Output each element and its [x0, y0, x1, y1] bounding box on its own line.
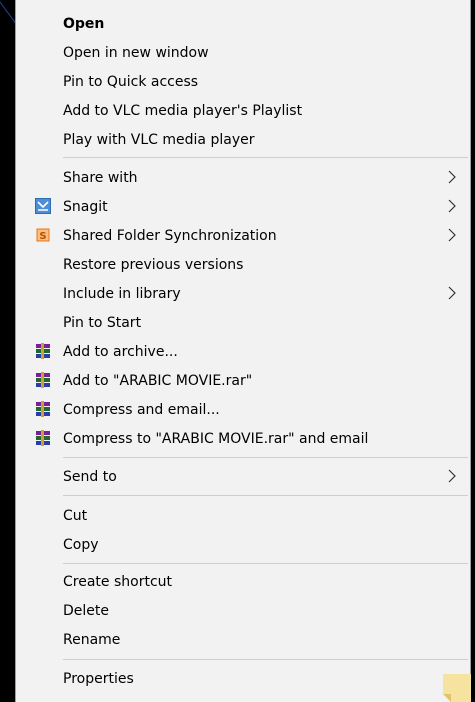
- chevron-right-icon: [448, 286, 456, 300]
- sticky-note-icon: [443, 674, 471, 702]
- menu-item-send-to[interactable]: Send to: [16, 462, 470, 491]
- winrar-icon: [36, 372, 50, 388]
- menu-item-add-to-vlc-playlist[interactable]: Add to VLC media player's Playlist: [16, 96, 470, 125]
- menu-item-play-with-vlc[interactable]: Play with VLC media player: [16, 125, 470, 154]
- menu-item-pin-to-quick-access[interactable]: Pin to Quick access: [16, 67, 470, 96]
- snagit-icon: [35, 198, 51, 214]
- menu-item-copy[interactable]: Copy: [16, 530, 470, 559]
- menu-separator: [63, 659, 468, 660]
- menu-item-add-to-archive[interactable]: Add to archive...: [16, 337, 470, 366]
- menu-item-include-in-library[interactable]: Include in library: [16, 279, 470, 308]
- winrar-icon: [36, 343, 50, 359]
- menu-item-compress-to-rar-and-email[interactable]: Compress to "ARABIC MOVIE.rar" and email: [16, 424, 470, 453]
- menu-separator: [63, 495, 468, 496]
- menu-item-add-to-rar[interactable]: Add to "ARABIC MOVIE.rar": [16, 366, 470, 395]
- menu-item-properties[interactable]: Properties: [16, 664, 470, 693]
- svg-text:S: S: [39, 231, 46, 242]
- menu-separator: [63, 457, 468, 458]
- winrar-icon: [36, 430, 50, 446]
- chevron-right-icon: [448, 170, 456, 184]
- menu-item-cut[interactable]: Cut: [16, 501, 470, 530]
- menu-separator: [63, 563, 468, 564]
- shared-folder-sync-icon: S: [36, 228, 50, 242]
- menu-item-restore-previous-versions[interactable]: Restore previous versions: [16, 250, 470, 279]
- chevron-right-icon: [448, 228, 456, 242]
- menu-item-share-with[interactable]: Share with: [16, 163, 470, 192]
- context-menu: Open Open in new window Pin to Quick acc…: [15, 0, 471, 702]
- menu-separator: [63, 157, 468, 158]
- menu-item-shared-folder-sync[interactable]: S Shared Folder Synchronization: [16, 221, 470, 250]
- menu-item-rename[interactable]: Rename: [16, 625, 470, 654]
- menu-item-compress-and-email[interactable]: Compress and email...: [16, 395, 470, 424]
- menu-item-snagit[interactable]: Snagit: [16, 192, 470, 221]
- menu-item-open-in-new-window[interactable]: Open in new window: [16, 38, 470, 67]
- winrar-icon: [36, 401, 50, 417]
- menu-item-pin-to-start[interactable]: Pin to Start: [16, 308, 470, 337]
- chevron-right-icon: [448, 469, 456, 483]
- menu-item-delete[interactable]: Delete: [16, 596, 470, 625]
- menu-item-create-shortcut[interactable]: Create shortcut: [16, 567, 470, 596]
- menu-item-open[interactable]: Open: [16, 9, 470, 38]
- chevron-right-icon: [448, 199, 456, 213]
